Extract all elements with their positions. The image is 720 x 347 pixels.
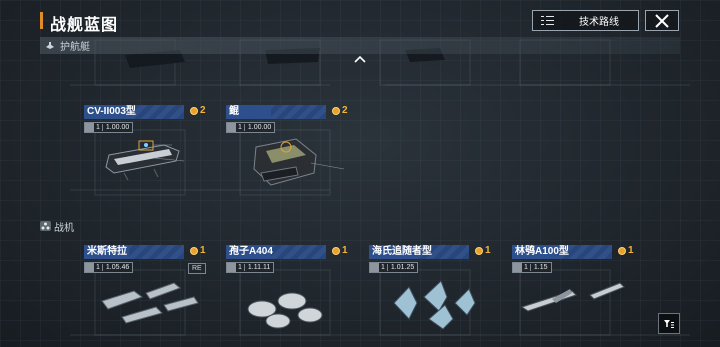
card-name: 米斯特拉: [84, 245, 184, 259]
card-cost: 2: [190, 105, 206, 116]
card-name: 林鸮A100型: [512, 245, 612, 259]
coin-icon: [618, 246, 626, 255]
fighter-card[interactable]: 孢子A404 1 1 1.11.11: [226, 245, 356, 345]
tech-route-button[interactable]: 技术路线: [532, 10, 639, 31]
card-cost: 1: [190, 245, 206, 256]
ship-image: [393, 280, 476, 330]
list-icon: [539, 15, 555, 27]
title-accent-bar: [40, 12, 43, 29]
chevron-up-icon[interactable]: [354, 55, 366, 63]
filter-button[interactable]: [658, 313, 680, 334]
level-icon: [513, 263, 522, 272]
level-icon: [227, 123, 236, 132]
coin-icon: [332, 106, 340, 115]
card-cost: 1: [618, 245, 634, 256]
tech-route-label: 技术路线: [579, 17, 619, 28]
section-fighter-label: 战机: [54, 222, 74, 234]
card-level: 1 1.15: [512, 262, 552, 273]
ship-image: [101, 282, 199, 324]
fighter-card[interactable]: 海氏追随者型 1 1 1.01.25: [369, 245, 499, 345]
escort-card[interactable]: CV-II003型 2 1 1.00.00: [84, 105, 214, 205]
close-icon: [655, 13, 669, 28]
card-name: CV-II003型: [84, 105, 184, 119]
card-level: 1 1.01.25: [369, 262, 419, 273]
level-icon: [370, 263, 379, 272]
level-icon: [85, 263, 94, 272]
card-cost: 1: [475, 245, 491, 256]
coin-icon: [190, 246, 198, 255]
ship-image: [247, 292, 323, 329]
coin-icon: [475, 246, 483, 255]
card-name: 海氏追随者型: [369, 245, 469, 259]
coin-icon: [332, 246, 340, 255]
fighter-icon: [40, 221, 51, 231]
section-escort[interactable]: 护航艇: [40, 37, 680, 54]
card-level: 1 1.00.00: [84, 122, 134, 133]
card-cost: 1: [332, 245, 348, 256]
ship-image: [253, 138, 345, 186]
filter-icon: [664, 319, 674, 328]
card-cost: 2: [332, 105, 348, 116]
coin-icon: [190, 106, 198, 115]
card-level: 1 1.11.11: [226, 262, 275, 273]
card-level: 1 1.05.46: [84, 262, 134, 273]
page-title: 战舰蓝图: [50, 17, 119, 34]
escort-icon: [46, 41, 54, 49]
card-name: 孢子A404: [226, 245, 326, 259]
fighter-card[interactable]: 林鸮A100型 1 1 1.15: [512, 245, 642, 345]
escort-card[interactable]: 鲲 2 1 1.00.00: [226, 105, 356, 205]
close-button[interactable]: [645, 10, 679, 31]
level-icon: [85, 123, 94, 132]
section-fighter[interactable]: 战机: [40, 218, 74, 234]
level-icon: [227, 263, 236, 272]
section-escort-label: 护航艇: [60, 42, 90, 53]
ship-image: [105, 140, 185, 181]
ship-image: [520, 282, 625, 312]
card-level: 1 1.00.00: [226, 122, 276, 133]
fighter-card[interactable]: 米斯特拉 1 1 1.05.46 RE: [84, 245, 214, 345]
header: 战舰蓝图 技术路线: [0, 0, 720, 40]
card-name: 鲲: [226, 105, 326, 119]
